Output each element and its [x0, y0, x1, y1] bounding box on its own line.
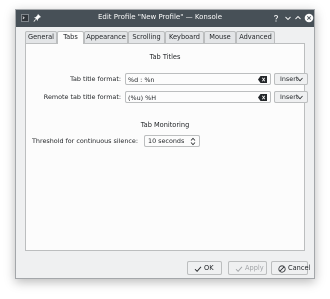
cancel-icon — [278, 265, 286, 273]
title-bar[interactable]: Edit Profile "New Profile" — Konsole — [16, 10, 314, 27]
tab-title-format-input[interactable] — [128, 75, 254, 84]
tab-keyboard[interactable]: Keyboard — [165, 31, 204, 43]
tab-title-format-label: Tab title format: — [70, 75, 121, 83]
edit-profile-dialog: Edit Profile "New Profile" — Konsole Gen… — [15, 9, 315, 279]
konsole-icon — [21, 14, 29, 22]
ok-button[interactable]: OK — [187, 261, 222, 275]
pin-icon[interactable] — [33, 13, 42, 23]
clear-icon[interactable] — [258, 76, 267, 83]
tab-appearance[interactable]: Appearance — [84, 31, 128, 43]
checkmark-icon — [235, 266, 243, 272]
minimize-button[interactable] — [283, 13, 293, 23]
tab-tabs[interactable]: Tabs — [57, 31, 84, 44]
apply-button[interactable]: Apply — [228, 261, 267, 275]
checkmark-icon — [194, 266, 202, 272]
tab-advanced[interactable]: Advanced — [236, 31, 275, 43]
cancel-label: Cancel — [288, 264, 311, 272]
tab-title-format-field[interactable] — [125, 73, 271, 85]
silence-threshold-value: 10 seconds — [148, 137, 185, 145]
silence-threshold-label: Threshold for continuous silence: — [32, 137, 138, 145]
tab-title-insert-button[interactable]: Insert — [274, 73, 308, 85]
insert-label: Insert — [280, 93, 299, 101]
insert-label: Insert — [280, 75, 299, 83]
ok-label: OK — [204, 264, 214, 272]
help-button[interactable] — [271, 13, 281, 23]
tab-general[interactable]: General — [25, 31, 57, 43]
chevron-down-icon — [297, 77, 303, 82]
spin-arrows-icon[interactable] — [190, 137, 196, 146]
close-button[interactable] — [304, 13, 314, 23]
tabs-settings-panel: Tab Titles Tab title format: Insert Remo… — [25, 43, 308, 251]
chevron-down-icon — [297, 95, 303, 100]
clear-icon[interactable] — [258, 94, 267, 101]
silence-threshold-spinbox[interactable]: 10 seconds — [144, 135, 200, 147]
apply-label: Apply — [245, 264, 264, 272]
remote-tab-title-insert-button[interactable]: Insert — [274, 91, 308, 103]
remote-tab-title-format-input[interactable] — [128, 93, 254, 102]
window-title: Edit Profile "New Profile" — Konsole — [97, 13, 223, 21]
cancel-button[interactable]: Cancel — [271, 261, 311, 275]
tab-mouse[interactable]: Mouse — [204, 31, 236, 43]
maximize-button[interactable] — [293, 13, 303, 23]
tab-scrolling[interactable]: Scrolling — [128, 31, 165, 43]
tab-monitoring-heading: Tab Monitoring — [140, 121, 190, 129]
remote-tab-title-format-label: Remote tab title format: — [43, 93, 121, 101]
tab-titles-heading: Tab Titles — [149, 53, 181, 61]
remote-tab-title-format-field[interactable] — [125, 91, 271, 103]
